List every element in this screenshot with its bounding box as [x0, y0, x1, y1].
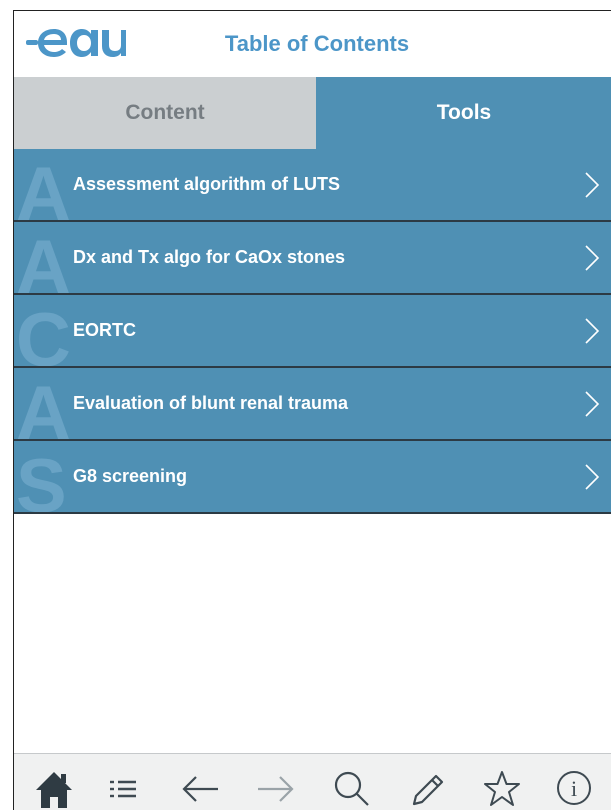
forward-button[interactable]: [254, 766, 298, 810]
chevron-right-icon: [585, 245, 600, 271]
toc-list-icon: [110, 780, 136, 798]
tab-bar: Content Tools: [14, 77, 611, 149]
header-bar: Table of Contents: [14, 11, 611, 77]
index-letter: A: [16, 371, 71, 441]
list-item-label: EORTC: [73, 320, 136, 340]
tools-list: A Assessment algorithm of LUTS A Dx and …: [14, 149, 611, 514]
svg-text:i: i: [571, 776, 577, 801]
tab-tools[interactable]: Tools: [316, 77, 611, 149]
back-arrow-icon: [182, 776, 218, 802]
pencil-icon: [412, 774, 444, 806]
chevron-right-icon: [585, 318, 600, 344]
chevron-right-icon: [585, 391, 600, 417]
toc-button[interactable]: [106, 766, 150, 810]
back-button[interactable]: [180, 766, 224, 810]
home-icon: [36, 772, 72, 808]
info-button[interactable]: i: [552, 766, 596, 810]
index-letter: C: [16, 298, 71, 368]
list-item-label: Assessment algorithm of LUTS: [73, 174, 341, 194]
info-icon: i: [557, 771, 591, 805]
list-item-label: Evaluation of blunt renal trauma: [73, 393, 349, 413]
search-icon: [334, 771, 369, 806]
chevron-right-icon: [585, 172, 600, 198]
bottom-toolbar: i: [14, 753, 611, 810]
favorites-button[interactable]: [480, 766, 524, 810]
list-item[interactable]: S G8 screening: [14, 441, 611, 514]
list-item[interactable]: A Assessment algorithm of LUTS: [14, 149, 611, 222]
index-letter: A: [16, 225, 71, 295]
chevron-right-icon: [585, 464, 600, 490]
star-icon: [484, 771, 520, 806]
page-title: Table of Contents: [224, 31, 410, 56]
list-item-label: G8 screening: [73, 466, 188, 486]
home-button[interactable]: [32, 766, 76, 810]
list-item[interactable]: A Dx and Tx algo for CaOx stones: [14, 222, 611, 295]
tab-content[interactable]: Content: [14, 77, 316, 149]
app-frame: Table of Contents Content Tools A Assess…: [13, 10, 611, 810]
notes-button[interactable]: [406, 766, 450, 810]
index-letter: S: [16, 444, 67, 514]
forward-arrow-icon: [258, 776, 294, 802]
list-item-label: Dx and Tx algo for CaOx stones: [73, 247, 346, 267]
index-letter: A: [16, 152, 71, 222]
list-item[interactable]: A Evaluation of blunt renal trauma: [14, 368, 611, 441]
search-button[interactable]: [330, 766, 374, 810]
list-item[interactable]: C EORTC: [14, 295, 611, 368]
